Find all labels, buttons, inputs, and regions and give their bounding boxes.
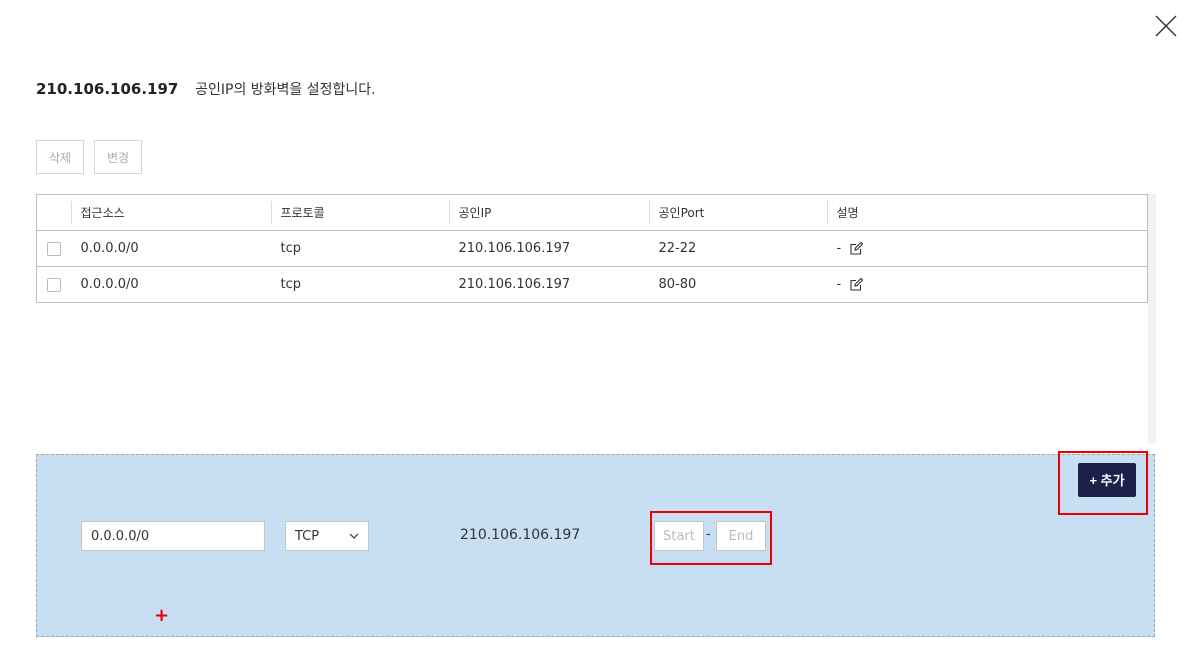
public-ip-value: 210.106.106.197 xyxy=(460,527,581,543)
table-header-row: 접근소스 프로토콜 공인IP 공인Port 설명 xyxy=(36,194,1148,231)
column-header: 공인Port xyxy=(648,195,827,231)
cell-protocol: tcp xyxy=(280,241,302,256)
column-header: 설명 xyxy=(826,195,1148,231)
cell-public-ip: 210.106.106.197 xyxy=(458,277,571,292)
cell-port: 22-22 xyxy=(658,241,697,256)
table-row[interactable]: 0.0.0.0/0 tcp 210.106.106.197 80-80 - xyxy=(36,267,1148,303)
close-button[interactable] xyxy=(1155,15,1177,37)
protocol-selected: TCP xyxy=(295,528,320,544)
edit-icon[interactable] xyxy=(849,241,864,256)
add-button[interactable]: + 추가 xyxy=(1078,463,1136,497)
port-end-input[interactable] xyxy=(716,521,766,551)
source-input[interactable] xyxy=(81,521,265,551)
column-header: 접근소스 xyxy=(70,195,271,231)
cell-protocol: tcp xyxy=(280,277,302,292)
protocol-select[interactable]: TCP xyxy=(285,521,369,551)
edit-button[interactable]: 변경 xyxy=(94,140,142,174)
cell-public-ip: 210.106.106.197 xyxy=(458,241,571,256)
delete-button[interactable]: 삭제 xyxy=(36,140,84,174)
cell-port: 80-80 xyxy=(658,277,697,292)
cell-description: - xyxy=(836,241,842,256)
port-separator: - xyxy=(706,527,711,542)
port-start-input[interactable] xyxy=(654,521,704,551)
page-heading: 210.106.106.197 공인IP의 방화벽을 설정합니다. xyxy=(36,79,376,99)
cell-source: 0.0.0.0/0 xyxy=(80,277,139,292)
cell-source: 0.0.0.0/0 xyxy=(80,241,139,256)
table-row[interactable]: 0.0.0.0/0 tcp 210.106.106.197 22-22 - xyxy=(36,231,1148,267)
header-checkbox-cell xyxy=(37,195,71,231)
edit-icon[interactable] xyxy=(849,277,864,292)
column-header: 프로토콜 xyxy=(270,195,449,231)
close-icon xyxy=(1155,15,1177,37)
cell-description: - xyxy=(836,277,842,292)
chevron-down-icon xyxy=(349,533,359,539)
heading-ip: 210.106.106.197 xyxy=(36,80,179,98)
firewall-table: 접근소스 프로토콜 공인IP 공인Port 설명 0.0.0.0/0 tcp 2… xyxy=(36,194,1148,303)
row-checkbox[interactable] xyxy=(47,277,61,292)
table-scrollbar[interactable] xyxy=(1148,194,1156,444)
column-header: 공인IP xyxy=(448,195,649,231)
heading-description: 공인IP의 방화벽을 설정합니다. xyxy=(195,82,376,98)
row-checkbox[interactable] xyxy=(47,241,61,256)
plus-marker: + xyxy=(154,605,170,626)
